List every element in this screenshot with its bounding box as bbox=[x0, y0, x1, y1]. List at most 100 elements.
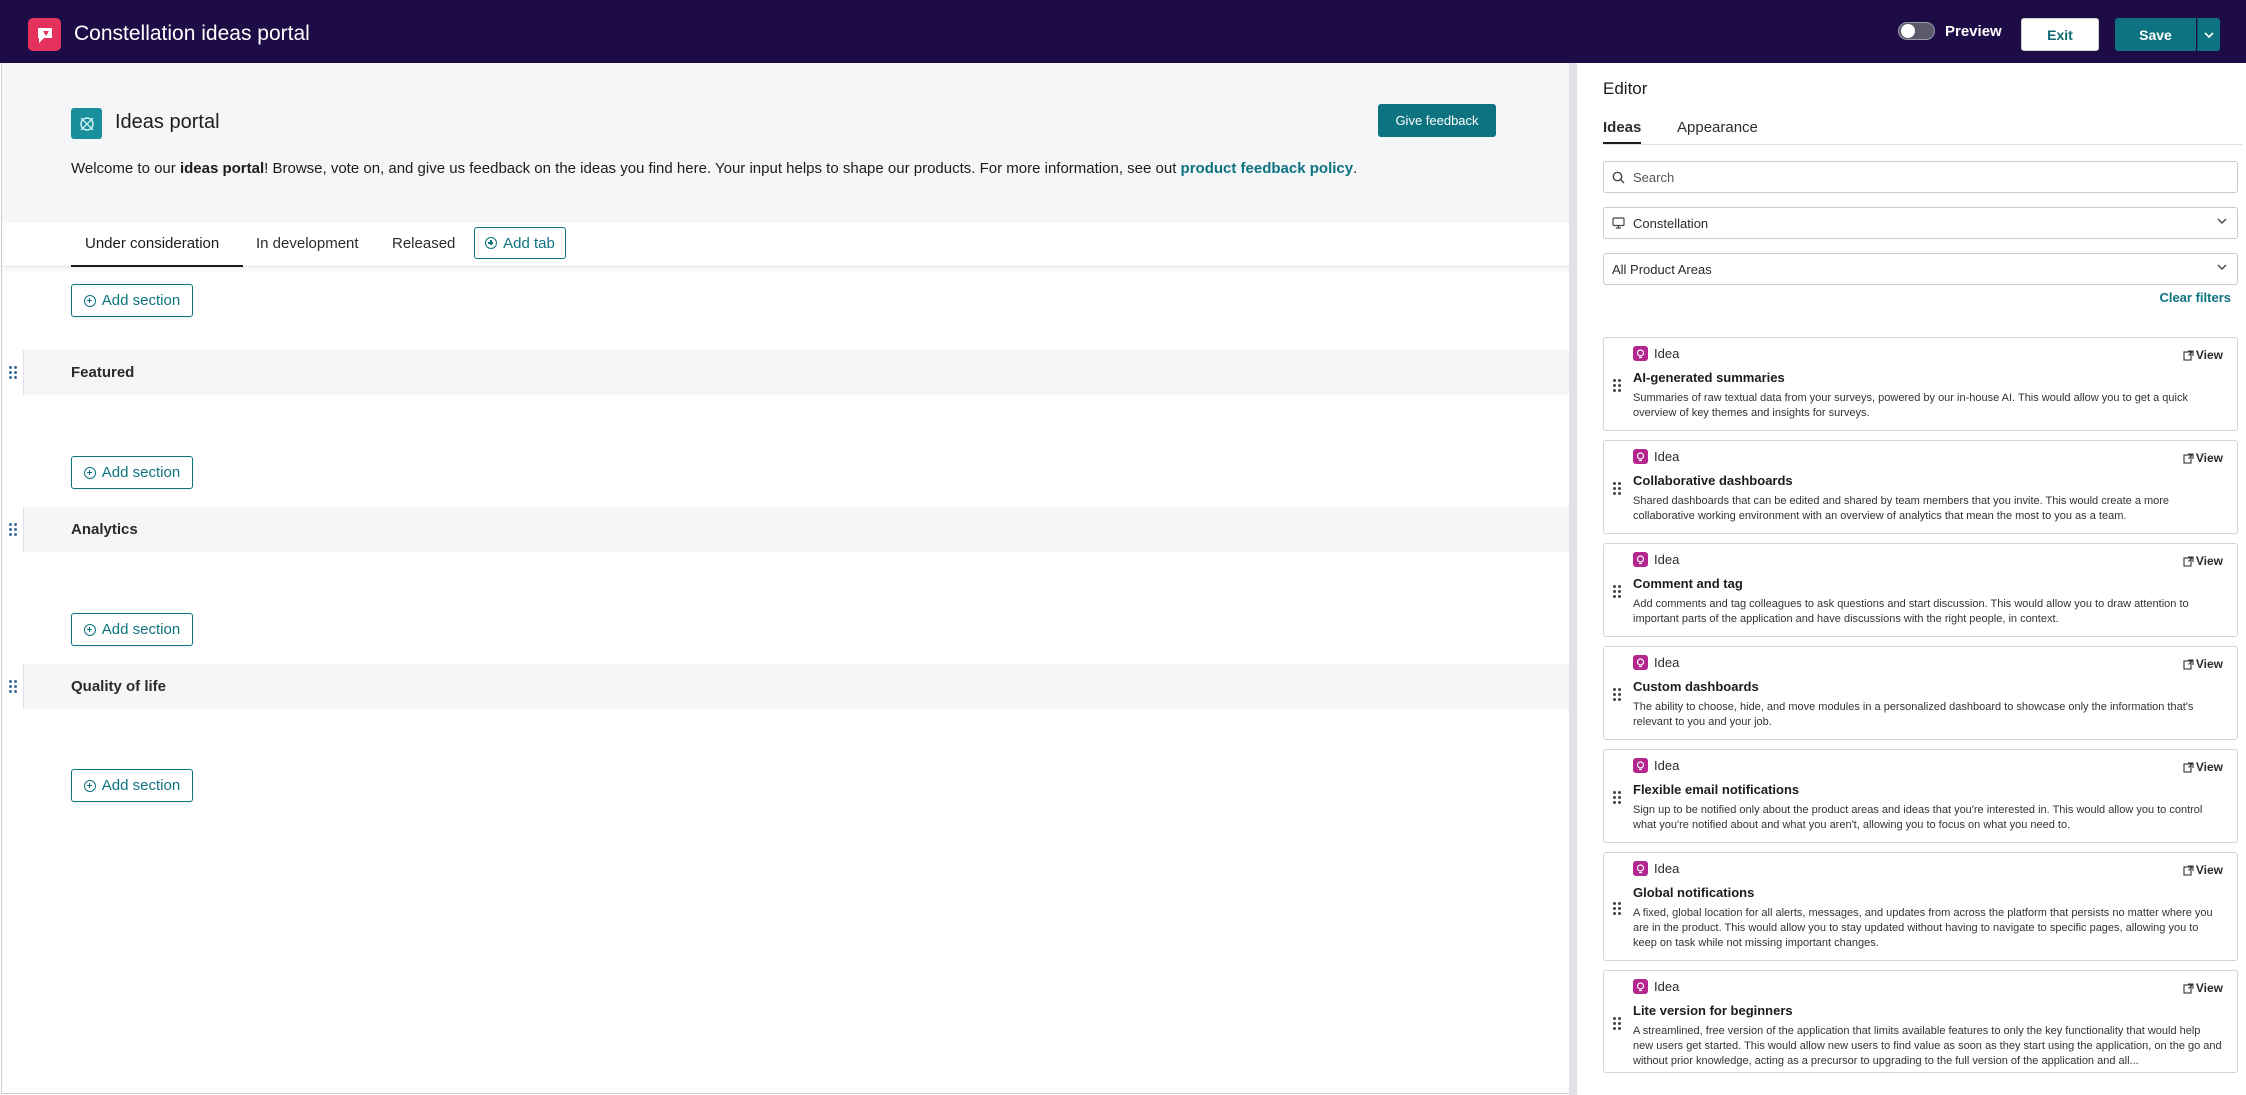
idea-card[interactable]: Idea View Flexible email notifications Sign… bbox=[1603, 749, 2238, 843]
idea-card[interactable]: Idea View AI-generated summaries Summaries … bbox=[1603, 337, 2238, 431]
feedback-policy-link[interactable]: product feedback policy bbox=[1181, 160, 1354, 177]
idea-title: Comment and tag bbox=[1633, 576, 1743, 591]
add-section-button[interactable]: Add section bbox=[71, 769, 193, 802]
idea-title: Custom dashboards bbox=[1633, 679, 1759, 694]
idea-title: Collaborative dashboards bbox=[1633, 473, 1793, 488]
clear-filters-link[interactable]: Clear filters bbox=[2159, 290, 2231, 305]
product-select[interactable]: Constellation bbox=[1603, 207, 2238, 239]
add-section-button[interactable]: Add section bbox=[71, 613, 193, 646]
plus-circle-icon bbox=[83, 466, 96, 479]
section-title: Analytics bbox=[71, 521, 138, 538]
monitor-icon bbox=[1612, 217, 1625, 229]
external-link-icon bbox=[2183, 555, 2194, 567]
idea-type-label: Idea bbox=[1633, 655, 1679, 670]
portal-canvas: Ideas portal Give feedback Welcome to ou… bbox=[1, 63, 1570, 1094]
welcome-text: Welcome to our ideas portal! Browse, vot… bbox=[71, 160, 1358, 177]
idea-description: Summaries of raw textual data from your … bbox=[1633, 392, 2188, 419]
idea-type-label: Idea bbox=[1633, 346, 1679, 361]
idea-title: AI-generated summaries bbox=[1633, 370, 1785, 385]
preview-label: Preview bbox=[1945, 22, 2002, 40]
idea-type-label: Idea bbox=[1633, 861, 1679, 876]
tab-under-consideration[interactable]: Under consideration bbox=[71, 235, 243, 267]
portal-tab-bar: Under consideration In development Relea… bbox=[2, 223, 1570, 267]
add-section-button[interactable]: Add section bbox=[71, 456, 193, 489]
search-icon bbox=[1612, 171, 1625, 183]
chevron-down-icon bbox=[2217, 264, 2227, 270]
idea-description: The ability to choose, hide, and move mo… bbox=[1633, 701, 2194, 728]
product-area-select[interactable]: All Product Areas bbox=[1603, 253, 2238, 285]
drag-handle-icon[interactable] bbox=[1613, 585, 1621, 598]
drag-handle-icon[interactable] bbox=[1613, 1017, 1621, 1030]
portal-icon bbox=[71, 108, 102, 139]
editor-tab-divider bbox=[1603, 144, 2242, 145]
section-drag-handle[interactable] bbox=[2, 350, 24, 395]
top-bar: Constellation ideas portal Preview Exit … bbox=[0, 0, 2246, 63]
editor-panel: Editor Ideas Appearance Search Constella… bbox=[1569, 63, 2246, 1095]
idea-description: Shared dashboards that can be edited and… bbox=[1633, 495, 2170, 522]
view-idea-link[interactable]: View bbox=[2183, 657, 2223, 671]
add-section-button[interactable]: Add section bbox=[71, 284, 193, 317]
app-title: Constellation ideas portal bbox=[74, 22, 310, 45]
plus-circle-icon bbox=[485, 237, 498, 249]
lightbulb-icon bbox=[1633, 449, 1648, 464]
drag-handle-icon bbox=[8, 680, 17, 693]
external-link-icon bbox=[2183, 982, 2194, 994]
idea-search-input[interactable]: Search bbox=[1603, 161, 2238, 193]
exit-button[interactable]: Exit bbox=[2021, 18, 2099, 51]
preview-toggle-group[interactable]: Preview bbox=[1898, 22, 2002, 40]
give-feedback-button[interactable]: Give feedback bbox=[1378, 104, 1496, 137]
external-link-icon bbox=[2183, 452, 2194, 464]
preview-toggle[interactable] bbox=[1898, 22, 1935, 40]
section-drag-handle[interactable] bbox=[2, 664, 24, 709]
add-tab-button[interactable]: Add tab bbox=[474, 227, 566, 259]
section-title: Featured bbox=[71, 364, 135, 381]
external-link-icon bbox=[2183, 761, 2194, 773]
drag-handle-icon bbox=[8, 366, 17, 379]
lightbulb-icon bbox=[1633, 861, 1648, 876]
idea-type-label: Idea bbox=[1633, 979, 1679, 994]
chevron-down-icon bbox=[2204, 31, 2214, 38]
drag-handle-icon[interactable] bbox=[1613, 902, 1621, 915]
idea-title: Lite version for beginners bbox=[1633, 1003, 1793, 1018]
editor-title: Editor bbox=[1603, 79, 1648, 98]
view-idea-link[interactable]: View bbox=[2183, 554, 2223, 568]
editor-tab-ideas[interactable]: Ideas bbox=[1603, 119, 1642, 144]
idea-card[interactable]: Idea View Custom dashboards The ability to … bbox=[1603, 646, 2238, 740]
save-button[interactable]: Save bbox=[2115, 18, 2196, 51]
lightbulb-icon bbox=[1633, 655, 1648, 670]
lightbulb-icon bbox=[1633, 758, 1648, 773]
view-idea-link[interactable]: View bbox=[2183, 348, 2223, 362]
idea-title: Global notifications bbox=[1633, 885, 1755, 900]
save-options-button[interactable] bbox=[2197, 18, 2220, 51]
view-idea-link[interactable]: View bbox=[2183, 451, 2223, 465]
view-idea-link[interactable]: View bbox=[2183, 760, 2223, 774]
app-logo-icon bbox=[28, 18, 61, 51]
editor-tab-appearance[interactable]: Appearance bbox=[1677, 119, 1758, 144]
plus-circle-icon bbox=[83, 779, 96, 792]
tab-released[interactable]: Released bbox=[392, 235, 455, 267]
lightbulb-icon bbox=[1633, 346, 1648, 361]
idea-card[interactable]: Idea View Collaborative dashboards Shared d… bbox=[1603, 440, 2238, 534]
portal-header: Ideas portal Give feedback Welcome to ou… bbox=[2, 63, 1570, 223]
tab-in-development[interactable]: In development bbox=[256, 235, 359, 267]
idea-card[interactable]: Idea View Lite version for beginners A stre… bbox=[1603, 970, 2238, 1073]
drag-handle-icon[interactable] bbox=[1613, 791, 1621, 804]
idea-card[interactable]: Idea View Global notifications A fixed, glo… bbox=[1603, 852, 2238, 961]
idea-description: Sign up to be notified only about the pr… bbox=[1633, 804, 2203, 831]
lightbulb-icon bbox=[1633, 979, 1648, 994]
external-link-icon bbox=[2183, 658, 2194, 670]
external-link-icon bbox=[2183, 349, 2194, 361]
drag-handle-icon[interactable] bbox=[1613, 688, 1621, 701]
drag-handle-icon[interactable] bbox=[1613, 379, 1621, 392]
view-idea-link[interactable]: View bbox=[2183, 981, 2223, 995]
plus-circle-icon bbox=[83, 294, 96, 307]
lightbulb-icon bbox=[1633, 552, 1648, 567]
idea-title: Flexible email notifications bbox=[1633, 782, 1800, 797]
view-idea-link[interactable]: View bbox=[2183, 863, 2223, 877]
idea-card[interactable]: Idea View Comment and tag Add comments and … bbox=[1603, 543, 2238, 637]
drag-handle-icon[interactable] bbox=[1613, 482, 1621, 495]
idea-description: Add comments and tag colleagues to ask q… bbox=[1633, 598, 2189, 625]
section-drag-handle[interactable] bbox=[2, 507, 24, 552]
idea-type-label: Idea bbox=[1633, 449, 1679, 464]
section-analytics: Analytics bbox=[2, 507, 1570, 552]
